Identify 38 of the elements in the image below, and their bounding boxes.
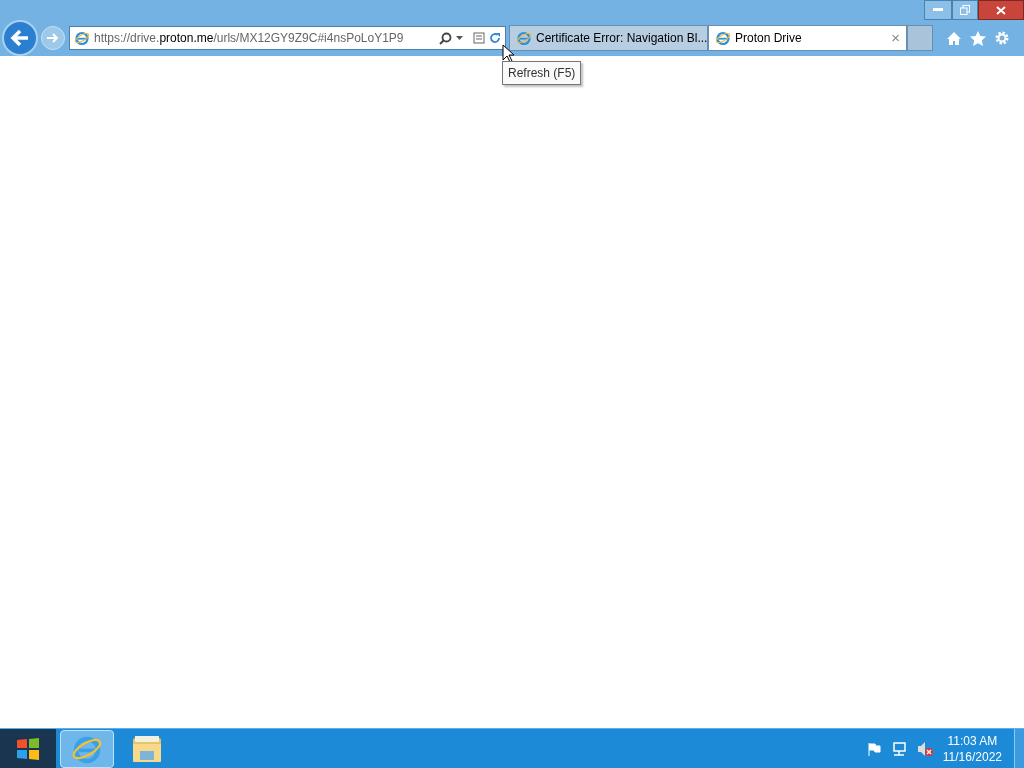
tab-title: Proton Drive [735, 30, 803, 47]
back-button[interactable] [2, 20, 38, 56]
restore-icon [960, 5, 970, 15]
home-icon[interactable] [946, 30, 962, 46]
minimize-button[interactable] [924, 0, 952, 20]
star-icon[interactable] [970, 30, 986, 46]
dropdown-caret-icon[interactable] [456, 36, 463, 40]
browser-tab[interactable]: Certificate Error: Navigation Bl... [509, 25, 708, 51]
tab-close-button[interactable]: × [891, 26, 900, 50]
start-button[interactable] [0, 728, 56, 768]
address-field[interactable]: https://drive.proton.me/urls/MX12GY9Z9C#i4nsPoLoY1P9 [69, 26, 506, 50]
network-icon[interactable] [890, 741, 907, 756]
refresh-icon[interactable] [489, 32, 501, 44]
minimize-icon [933, 8, 943, 12]
folder-icon [131, 733, 163, 764]
clock-time: 11:03 AM [947, 732, 998, 749]
flag-icon[interactable] [866, 741, 881, 756]
tooltip: Refresh (F5) [502, 61, 582, 85]
search-icon[interactable] [439, 31, 452, 45]
close-icon [996, 5, 1006, 15]
browser-logo-icon [715, 30, 731, 46]
windows-logo-icon [15, 736, 41, 761]
restore-button[interactable] [952, 0, 978, 20]
url-text: https://drive.proton.me/urls/MX12GY9Z9C#i4nsPoLoY1P9 [94, 30, 405, 47]
browser-logo-icon [516, 30, 532, 46]
clock[interactable]: 11:03 AM 11/16/2022 [942, 732, 1002, 765]
forward-arrow-icon [46, 32, 60, 44]
browser-tab[interactable]: Proton Drive × [708, 25, 907, 51]
close-button[interactable] [978, 0, 1024, 20]
clock-date: 11/16/2022 [942, 748, 1002, 765]
settings-icon[interactable] [994, 30, 1010, 46]
speaker-muted-icon[interactable] [916, 740, 933, 757]
compatibility-view-icon[interactable] [473, 32, 485, 44]
new-tab-button[interactable] [907, 25, 933, 51]
forward-button[interactable] [41, 26, 65, 50]
tab-title: Certificate Error: Navigation Bl... [536, 30, 708, 47]
browser-logo-icon [74, 30, 90, 46]
back-arrow-icon [10, 29, 30, 47]
